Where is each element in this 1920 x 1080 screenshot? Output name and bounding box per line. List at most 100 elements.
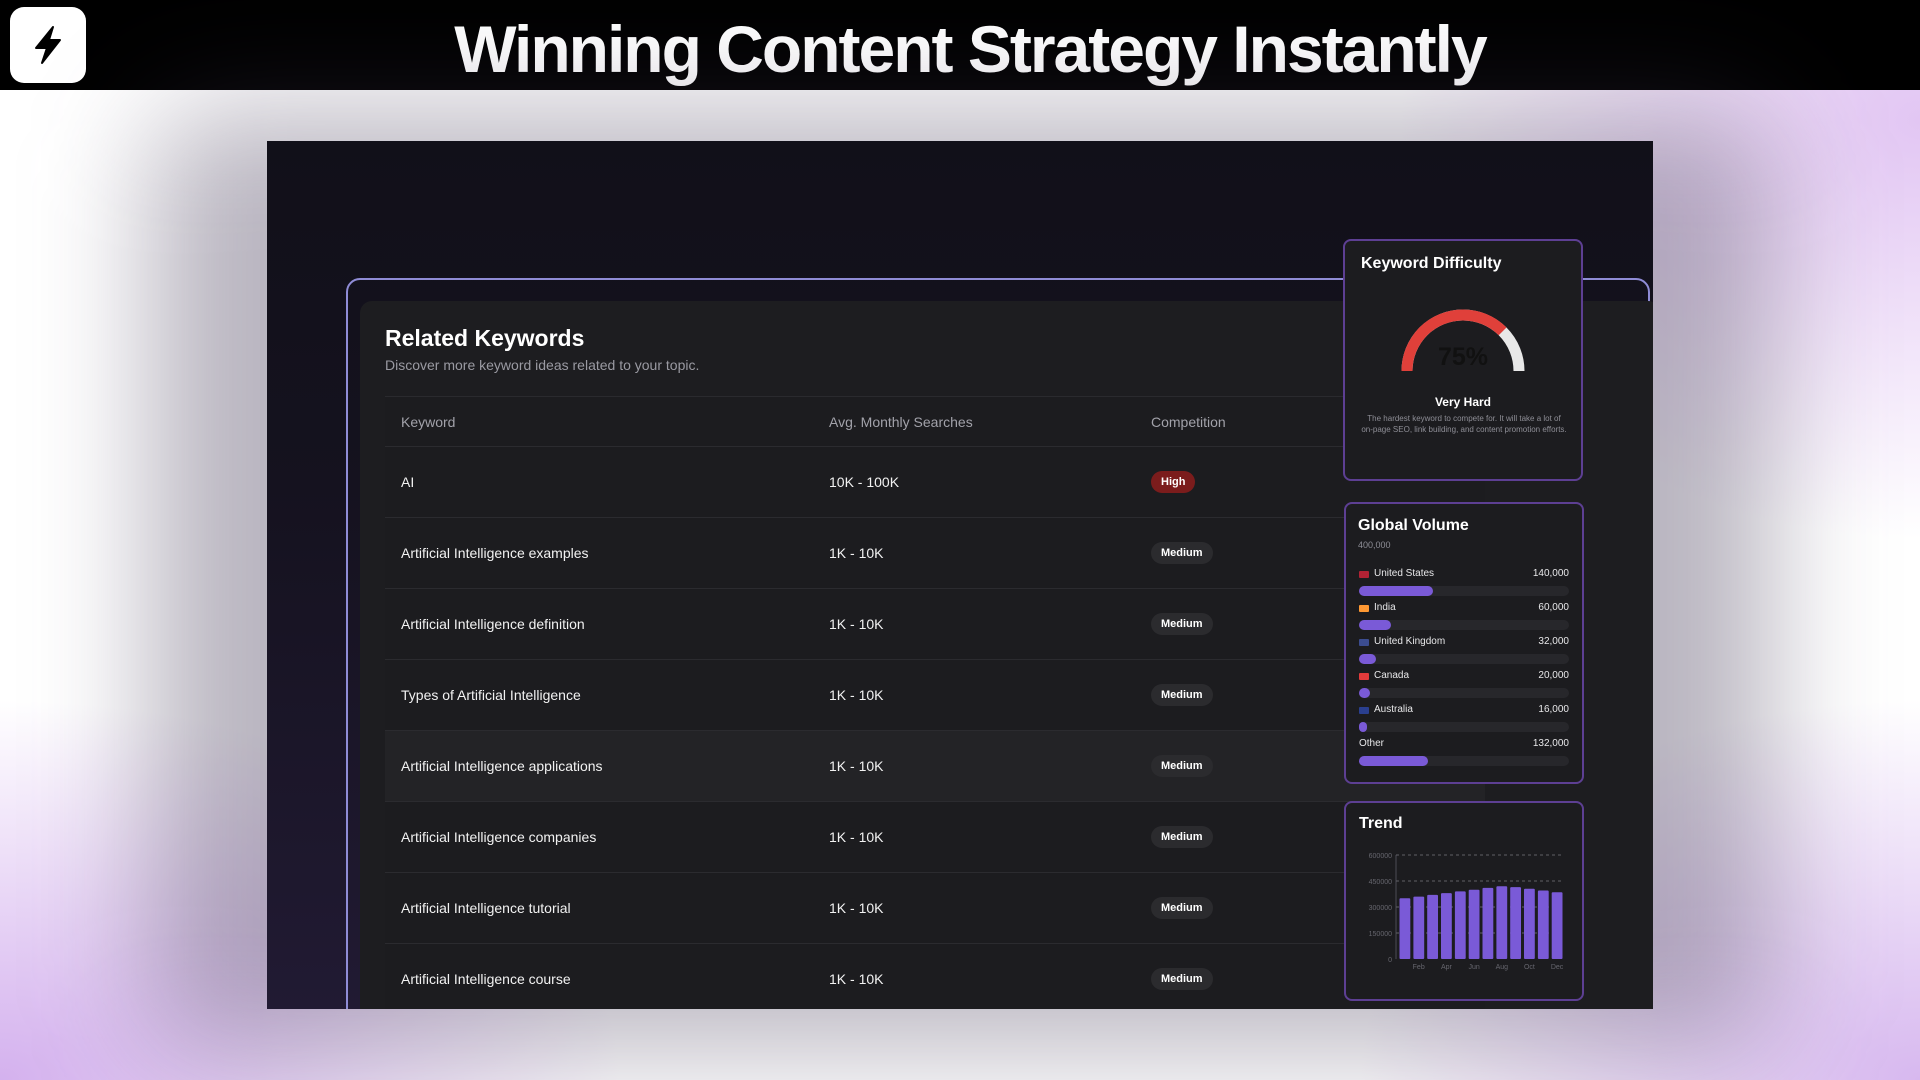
trend-bar[interactable] <box>1496 886 1508 959</box>
global-volume-title: Global Volume <box>1358 517 1469 534</box>
country-name: United States <box>1374 568 1435 579</box>
trend-card: Trend 0 150000 300000 450000 600000 Feb Apr Jun… <box>1344 801 1584 1001</box>
volume-bar-fill <box>1359 722 1368 732</box>
table-row[interactable]: Artificial Intelligence definition 1K - … <box>385 588 1485 659</box>
keyword-cell: Artificial Intelligence tutorial <box>401 900 571 916</box>
related-keywords-subtitle: Discover more keyword ideas related to y… <box>385 357 700 373</box>
difficulty-description: The hardest keyword to compete for. It w… <box>1361 414 1567 434</box>
x-tick-label: Feb <box>1413 964 1425 971</box>
country-name: United Kingdom <box>1374 636 1446 647</box>
volume-bar-fill <box>1359 654 1376 664</box>
headline: Winning Content Strategy Instantly <box>454 12 1487 86</box>
volume-bar-track <box>1359 756 1569 766</box>
x-tick-label: Apr <box>1441 964 1453 971</box>
keyword-cell: Artificial Intelligence companies <box>401 829 597 845</box>
country-volume: 140,000 <box>1532 568 1569 579</box>
y-tick-label: 600000 <box>1369 853 1392 860</box>
x-tick-label: Jun <box>1468 964 1479 971</box>
trend-chart: 0 150000 300000 450000 600000 Feb Apr Jun Aug Oct… <box>1369 853 1564 971</box>
volume-bar-track <box>1359 654 1569 664</box>
volume-bar-fill <box>1359 586 1433 596</box>
searches-cell: 1K - 10K <box>829 829 884 845</box>
country-name: India <box>1374 602 1396 613</box>
volume-row: United States 140,000 <box>1359 568 1569 602</box>
competition-badge: Medium <box>1151 684 1213 706</box>
searches-cell: 1K - 10K <box>829 687 884 703</box>
trend-bar[interactable] <box>1468 889 1480 959</box>
table-row[interactable]: Artificial Intelligence applications 1K … <box>385 730 1485 801</box>
trend-bar[interactable] <box>1454 891 1466 959</box>
trend-bar[interactable] <box>1524 888 1535 959</box>
table-row[interactable]: Artificial Intelligence course 1K - 10K … <box>385 943 1485 1009</box>
trend-bar[interactable] <box>1537 890 1549 960</box>
flag-icon <box>1359 707 1369 714</box>
country-name: Australia <box>1374 704 1413 715</box>
keyword-cell: Artificial Intelligence course <box>401 971 571 987</box>
volume-bar-fill <box>1359 688 1370 698</box>
volume-bar-track <box>1359 722 1569 732</box>
column-header-searches[interactable]: Avg. Monthly Searches <box>829 397 973 447</box>
trend-bar[interactable] <box>1551 892 1563 959</box>
keyword-cell: Types of Artificial Intelligence <box>401 687 581 703</box>
flag-icon <box>1359 571 1369 578</box>
table-row[interactable]: Artificial Intelligence tutorial 1K - 10… <box>385 872 1485 943</box>
keyword-difficulty-card: Keyword Difficulty 75% Very Hard The har… <box>1343 239 1583 481</box>
competition-badge: Medium <box>1151 968 1213 990</box>
y-tick-label: 150000 <box>1369 931 1392 938</box>
x-tick-label: Oct <box>1524 964 1535 971</box>
trend-bar[interactable] <box>1399 898 1411 959</box>
volume-row: Other 132,000 <box>1359 738 1569 772</box>
top-banner: Winning Content Strategy Instantly <box>0 0 1920 90</box>
country-volume: 60,000 <box>1538 602 1569 613</box>
trend-bar[interactable] <box>1441 893 1452 959</box>
trend-bar[interactable] <box>1482 887 1494 959</box>
difficulty-gauge <box>1401 309 1525 372</box>
searches-cell: 1K - 10K <box>829 971 884 987</box>
keyword-difficulty-title: Keyword Difficulty <box>1361 255 1502 272</box>
global-volume-total: 400,000 <box>1358 540 1391 550</box>
volume-row: United Kingdom 32,000 <box>1359 636 1569 670</box>
y-tick-label: 300000 <box>1369 905 1392 912</box>
related-keywords-title: Related Keywords <box>385 325 585 351</box>
competition-badge: Medium <box>1151 613 1213 635</box>
y-tick-label: 0 <box>1388 957 1392 964</box>
country-volume: 32,000 <box>1538 636 1569 647</box>
table-row[interactable]: AI 10K - 100K High <box>385 446 1485 517</box>
table-row[interactable]: Artificial Intelligence companies 1K - 1… <box>385 801 1485 872</box>
volume-bar-fill <box>1359 620 1391 630</box>
volume-row: Australia 16,000 <box>1359 704 1569 738</box>
app-screenshot: Related Keywords Discover more keyword i… <box>267 141 1653 1009</box>
volume-bar-track <box>1359 586 1569 596</box>
keyword-cell: Artificial Intelligence applications <box>401 758 603 774</box>
y-tick-label: 450000 <box>1369 879 1392 886</box>
trend-bar[interactable] <box>1510 887 1521 959</box>
column-header-keyword[interactable]: Keyword <box>401 397 455 447</box>
competition-badge: Medium <box>1151 826 1213 848</box>
country-volume: 20,000 <box>1538 670 1569 681</box>
x-tick-label: Aug <box>1496 964 1509 971</box>
country-name: Other <box>1359 738 1385 749</box>
searches-cell: 1K - 10K <box>829 545 884 561</box>
searches-cell: 1K - 10K <box>829 616 884 632</box>
table-header: Keyword Avg. Monthly Searches Competitio… <box>385 396 1485 447</box>
keyword-cell: Artificial Intelligence definition <box>401 616 585 632</box>
difficulty-percent: 75% <box>1437 343 1489 371</box>
x-tick-label: Dec <box>1551 964 1564 971</box>
country-volume: 16,000 <box>1538 704 1569 715</box>
volume-bar-track <box>1359 688 1569 698</box>
column-header-competition[interactable]: Competition <box>1151 397 1226 447</box>
flag-icon <box>1359 639 1369 646</box>
competition-badge: Medium <box>1151 542 1213 564</box>
table-row[interactable]: Artificial Intelligence examples 1K - 10… <box>385 517 1485 588</box>
searches-cell: 1K - 10K <box>829 900 884 916</box>
table-row[interactable]: Types of Artificial Intelligence 1K - 10… <box>385 659 1485 730</box>
country-name: Canada <box>1374 670 1410 681</box>
searches-cell: 10K - 100K <box>829 474 900 490</box>
trend-bar[interactable] <box>1427 894 1438 959</box>
volume-row: Canada 20,000 <box>1359 670 1569 704</box>
flag-icon <box>1359 605 1369 612</box>
trend-bar[interactable] <box>1413 896 1425 959</box>
global-volume-card: Global Volume 400,000 United States 140,0… <box>1344 502 1584 784</box>
difficulty-label: Very Hard <box>1434 395 1492 409</box>
volume-row: India 60,000 <box>1359 602 1569 636</box>
